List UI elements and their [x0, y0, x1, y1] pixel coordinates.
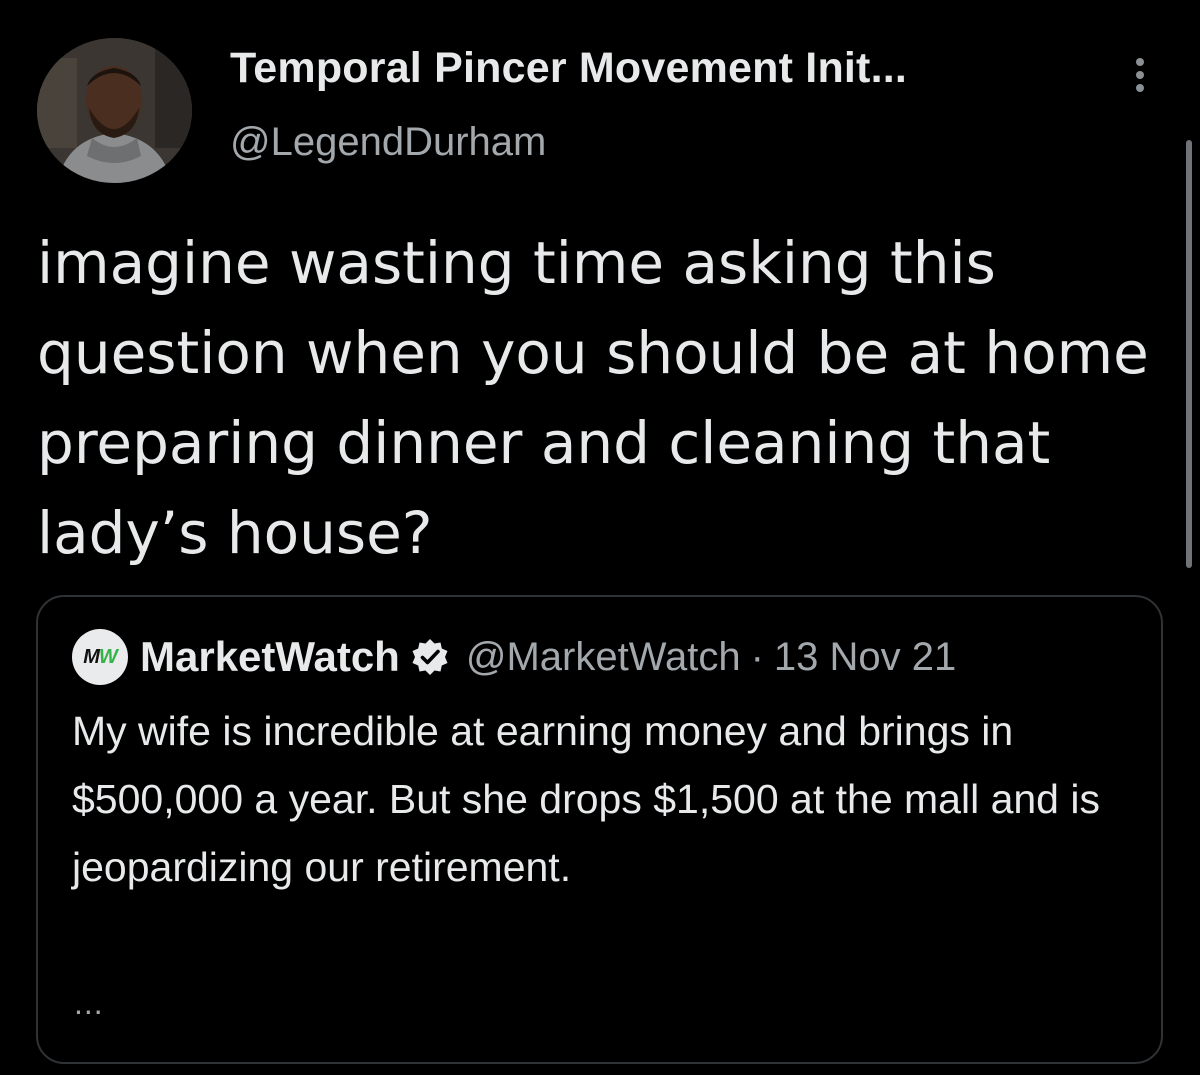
- avatar-photo-icon: [37, 38, 192, 183]
- marketwatch-logo: MW: [83, 645, 118, 668]
- quoted-author-handle[interactable]: @MarketWatch: [466, 635, 741, 680]
- show-more-ellipsis[interactable]: ...: [74, 985, 104, 1022]
- author-display-name[interactable]: Temporal Pincer Movement Init...: [230, 44, 907, 93]
- author-avatar[interactable]: [37, 38, 192, 183]
- author-handle[interactable]: @LegendDurham: [230, 120, 546, 165]
- tweet[interactable]: Temporal Pincer Movement Init... @Legend…: [0, 0, 1200, 1075]
- verified-badge-icon: [412, 639, 448, 675]
- more-vertical-icon: [1136, 84, 1144, 92]
- tweet-text: imagine wasting time asking this questio…: [37, 229, 1149, 567]
- more-vertical-icon: [1136, 71, 1144, 79]
- more-options-button[interactable]: [1120, 50, 1160, 100]
- quoted-author-name[interactable]: MarketWatch: [140, 633, 400, 681]
- separator-dot: ·: [750, 634, 764, 679]
- quoted-tweet-date[interactable]: 13 Nov 21: [774, 635, 956, 680]
- scrollbar[interactable]: [1186, 140, 1192, 568]
- quoted-tweet-card[interactable]: MW MarketWatch @MarketWatch · 13 Nov 21 …: [36, 595, 1163, 1064]
- more-vertical-icon: [1136, 58, 1144, 66]
- quoted-tweet-header: MW MarketWatch @MarketWatch · 13 Nov 21: [72, 627, 956, 687]
- quoted-tweet-text: My wife is incredible at earning money a…: [72, 708, 1100, 890]
- marketwatch-avatar[interactable]: MW: [72, 629, 128, 685]
